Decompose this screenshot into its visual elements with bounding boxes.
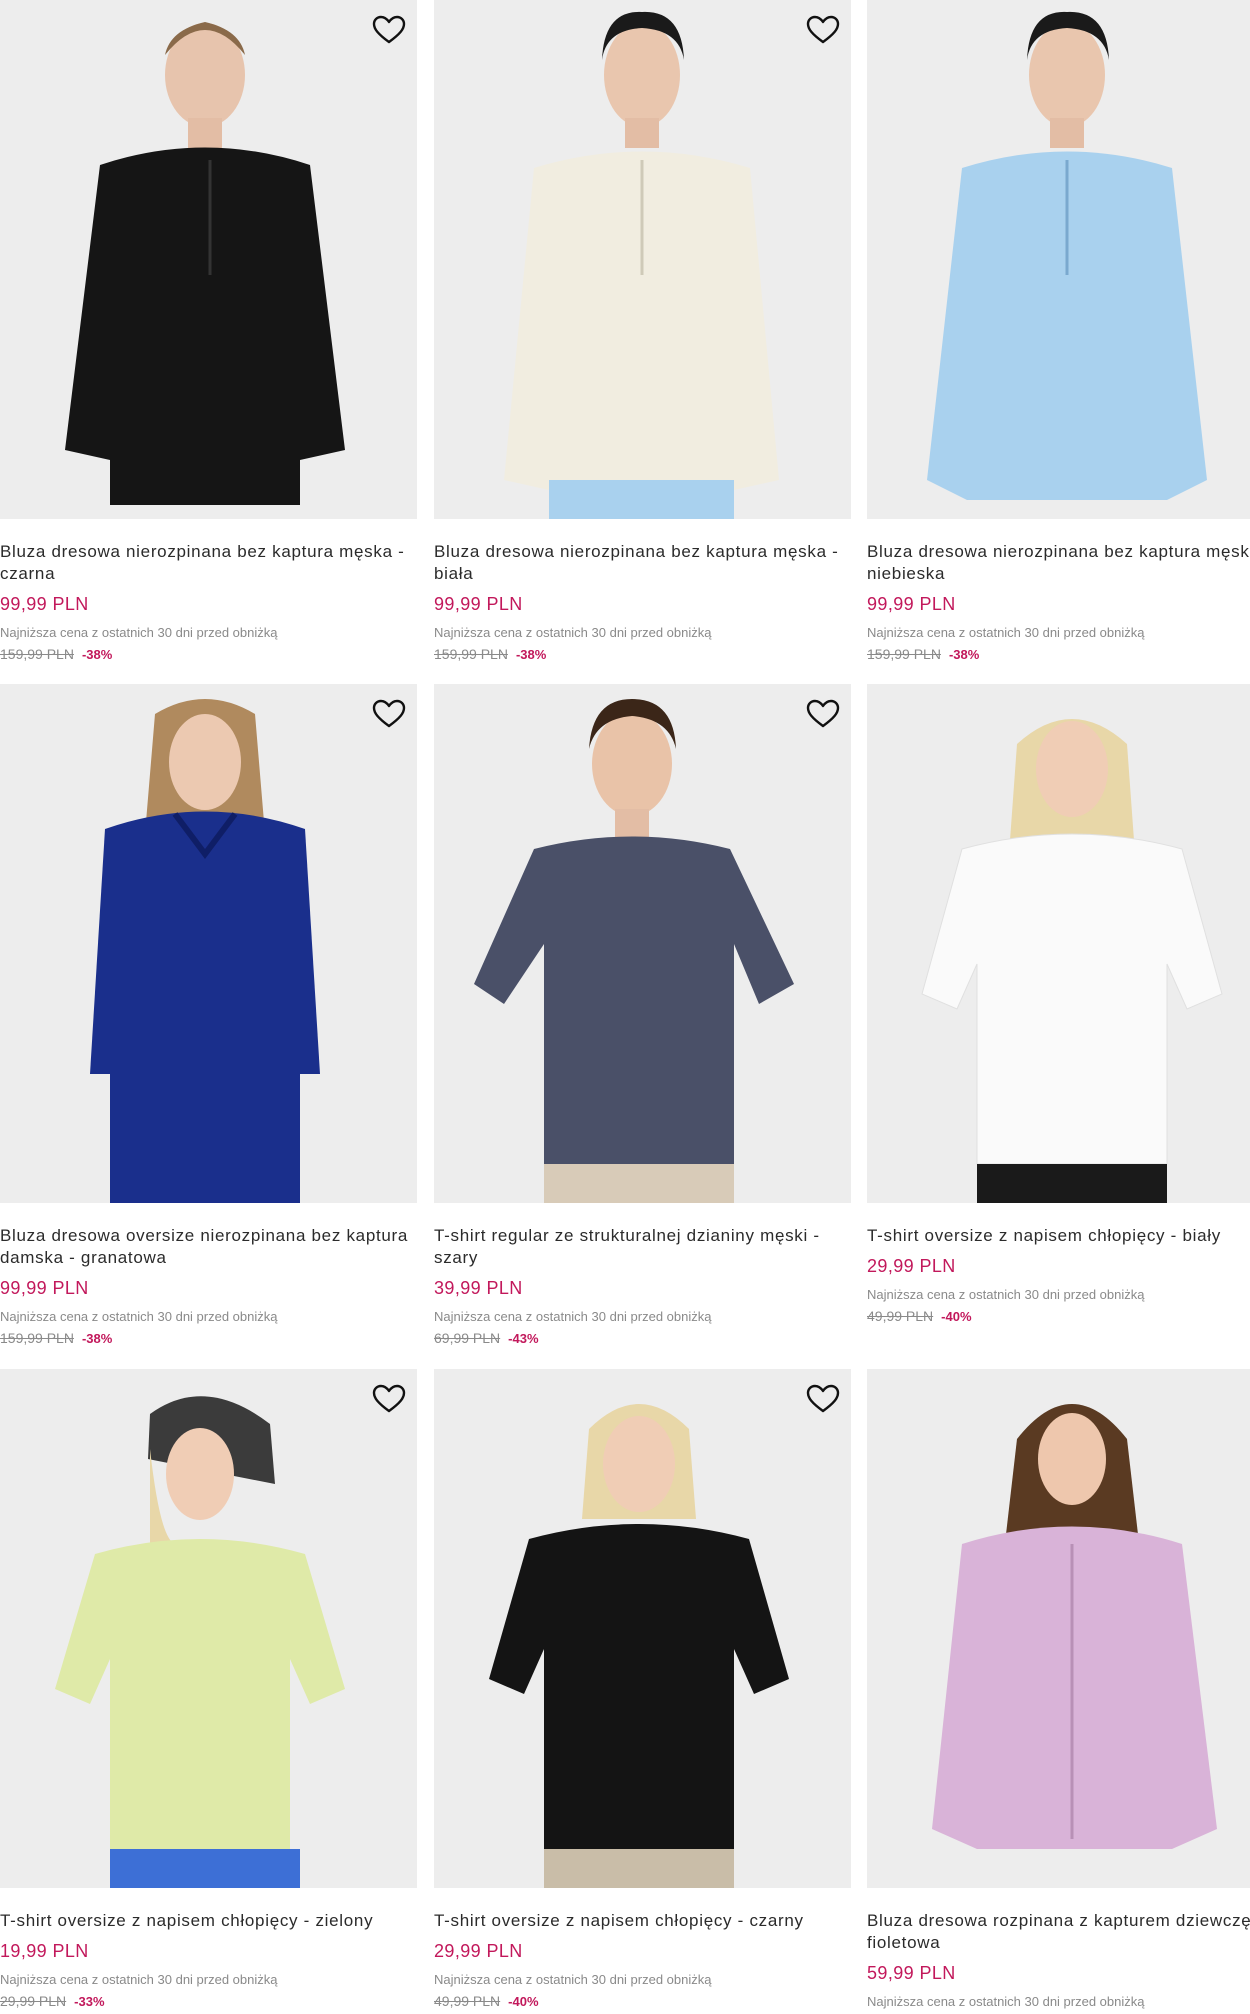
wishlist-button[interactable]: [805, 1381, 841, 1417]
product-photo: [867, 684, 1250, 1203]
wishlist-button[interactable]: [371, 1381, 407, 1417]
product-name[interactable]: Bluza dresowa nierozpinana bez kaptura m…: [867, 541, 1250, 585]
product-price: 99,99 PLN: [867, 594, 956, 614]
product-price: 99,99 PLN: [0, 1278, 89, 1298]
lowest-price-label: Najniższa cena z ostatnich 30 dni przed …: [867, 1287, 1145, 1302]
old-price: 159,99 PLN: [0, 1330, 74, 1346]
old-price: 69,99 PLN: [434, 1330, 501, 1346]
product-photo: [0, 684, 417, 1203]
product-image[interactable]: [867, 1369, 1250, 1888]
product-image[interactable]: [0, 0, 417, 519]
wishlist-button[interactable]: [805, 12, 841, 48]
discount-badge: -40%: [508, 1994, 539, 2009]
wishlist-button[interactable]: [371, 12, 407, 48]
old-price: 49,99 PLN: [434, 1993, 501, 2009]
product-price: 59,99 PLN: [867, 1963, 956, 1983]
discount-badge: -38%: [81, 1331, 113, 1346]
discount-badge: -38%: [948, 647, 980, 662]
product-card[interactable]: Bluza dresowa nierozpinana bez kaptura m…: [0, 0, 417, 664]
product-name[interactable]: Bluza dresowa rozpinana z kapturem dziew…: [867, 1910, 1250, 1954]
product-grid: Bluza dresowa nierozpinana bez kaptura m…: [0, 0, 1250, 2014]
product-photo: [0, 0, 417, 519]
lowest-price-label: Najniższa cena z ostatnich 30 dni przed …: [434, 625, 712, 640]
product-name[interactable]: T-shirt oversize z napisem chłopięcy - b…: [867, 1225, 1250, 1247]
old-price: 29,99 PLN: [0, 1993, 67, 2009]
product-card[interactable]: Bluza dresowa nierozpinana bez kaptura m…: [867, 0, 1250, 664]
product-price: 99,99 PLN: [434, 594, 523, 614]
discount-badge: -38%: [81, 647, 113, 662]
product-name[interactable]: Bluza dresowa nierozpinana bez kaptura m…: [434, 541, 851, 585]
old-price: 159,99 PLN: [867, 646, 941, 662]
product-card[interactable]: T-shirt regular ze strukturalnej dzianin…: [434, 684, 851, 1348]
product-price: 19,99 PLN: [0, 1941, 89, 1961]
heart-icon: [806, 699, 840, 728]
product-card[interactable]: Bluza dresowa oversize nierozpinana bez …: [0, 684, 417, 1348]
heart-icon: [806, 15, 840, 44]
product-card[interactable]: T-shirt oversize z napisem chłopięcy - c…: [434, 1369, 851, 2011]
wishlist-button[interactable]: [371, 696, 407, 732]
product-photo: [0, 1369, 417, 1888]
product-name[interactable]: T-shirt oversize z napisem chłopięcy - c…: [434, 1910, 851, 1932]
product-name[interactable]: T-shirt oversize z napisem chłopięcy - z…: [0, 1910, 417, 1932]
lowest-price-label: Najniższa cena z ostatnich 30 dni przed …: [434, 1309, 712, 1324]
heart-icon: [806, 1384, 840, 1413]
product-price: 29,99 PLN: [434, 1941, 523, 1961]
discount-badge: -38%: [515, 647, 547, 662]
product-image[interactable]: [867, 0, 1250, 519]
product-price: 29,99 PLN: [867, 1256, 956, 1276]
heart-icon: [372, 1384, 406, 1413]
product-price: 99,99 PLN: [0, 594, 89, 614]
product-photo: [867, 0, 1250, 519]
product-image[interactable]: [434, 0, 851, 519]
lowest-price-label: Najniższa cena z ostatnich 30 dni przed …: [867, 1994, 1145, 2009]
product-photo: [434, 0, 851, 519]
wishlist-button[interactable]: [805, 696, 841, 732]
lowest-price-label: Najniższa cena z ostatnich 30 dni przed …: [867, 625, 1145, 640]
product-card[interactable]: T-shirt oversize z napisem chłopięcy - z…: [0, 1369, 417, 2011]
product-photo: [434, 684, 851, 1203]
product-photo: [434, 1369, 851, 1888]
product-image[interactable]: [0, 1369, 417, 1888]
discount-badge: -43%: [508, 1331, 539, 1346]
heart-icon: [372, 699, 406, 728]
product-name[interactable]: Bluza dresowa oversize nierozpinana bez …: [0, 1225, 417, 1269]
product-image[interactable]: [0, 684, 417, 1203]
product-card[interactable]: T-shirt oversize z napisem chłopięcy - b…: [867, 684, 1250, 1326]
product-price: 39,99 PLN: [434, 1278, 523, 1298]
discount-badge: -33%: [74, 1994, 105, 2009]
old-price: 159,99 PLN: [0, 646, 74, 662]
lowest-price-label: Najniższa cena z ostatnich 30 dni przed …: [0, 1309, 278, 1324]
product-name[interactable]: T-shirt regular ze strukturalnej dzianin…: [434, 1225, 851, 1269]
product-card[interactable]: Bluza dresowa nierozpinana bez kaptura m…: [434, 0, 851, 664]
discount-badge: -40%: [941, 1309, 972, 1324]
lowest-price-label: Najniższa cena z ostatnich 30 dni przed …: [0, 625, 278, 640]
product-name[interactable]: Bluza dresowa nierozpinana bez kaptura m…: [0, 541, 417, 585]
old-price: 49,99 PLN: [867, 1308, 934, 1324]
product-image[interactable]: [434, 1369, 851, 1888]
product-image[interactable]: [867, 684, 1250, 1203]
product-photo: [867, 1369, 1250, 1888]
old-price: 159,99 PLN: [434, 646, 508, 662]
lowest-price-label: Najniższa cena z ostatnich 30 dni przed …: [0, 1972, 278, 1987]
heart-icon: [372, 15, 406, 44]
lowest-price-label: Najniższa cena z ostatnich 30 dni przed …: [434, 1972, 712, 1987]
product-card[interactable]: Bluza dresowa rozpinana z kapturem dziew…: [867, 1369, 1250, 2010]
product-image[interactable]: [434, 684, 851, 1203]
